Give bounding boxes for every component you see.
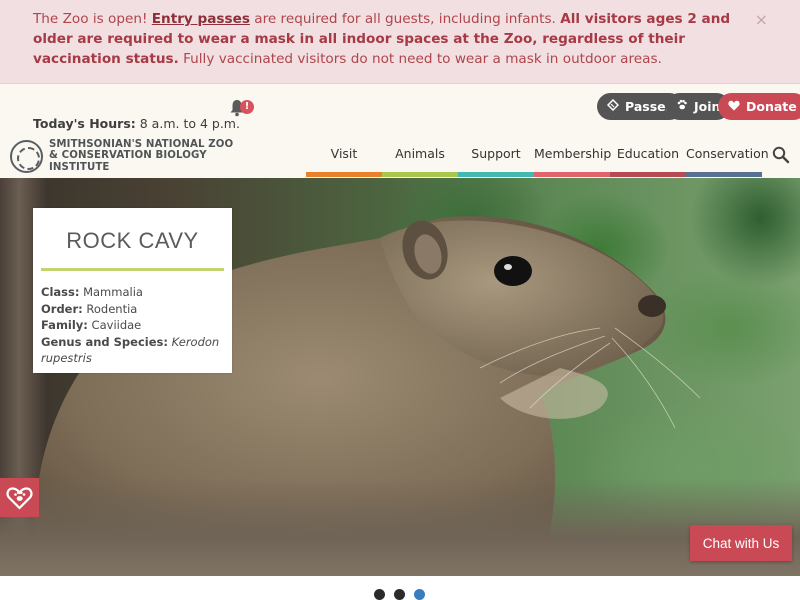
alert-mid: are required for all guests, including i… [249, 11, 561, 27]
close-icon[interactable]: × [755, 10, 768, 30]
nav-item-membership[interactable]: Membership [534, 146, 611, 161]
animal-name: ROCK CAVY [66, 228, 199, 253]
animal-class: Class: Mammalia [41, 284, 224, 301]
hero-carousel: ROCK CAVY Class: Mammalia Order: Rodenti… [0, 178, 800, 576]
nav-bar-membership [534, 172, 610, 177]
covid-alert-banner: The Zoo is open! Entry passes are requir… [0, 0, 800, 84]
nav-bar-visit [306, 172, 382, 177]
animal-family: Family: Caviidae [41, 317, 224, 334]
animal-order: Order: Rodentia [41, 301, 224, 318]
order-value: Rodentia [82, 301, 138, 316]
carousel-dot-2[interactable] [394, 589, 405, 600]
search-icon[interactable] [772, 146, 790, 164]
animal-species: Genus and Species: Kerodon rupestris [41, 334, 224, 367]
nav-bar-education [610, 172, 686, 177]
carousel-dot-1[interactable] [374, 589, 385, 600]
nav-item-conservation[interactable]: Conservation [686, 146, 769, 161]
chat-with-us-button[interactable]: Chat with Us [690, 525, 792, 561]
hero-ledge [0, 478, 800, 576]
main-nav: Visit Animals Support Membership Educati… [306, 84, 800, 178]
notification-badge: ! [240, 100, 254, 114]
alert-tail: Fully vaccinated visitors do not need to… [178, 50, 662, 67]
class-value: Mammalia [79, 285, 143, 299]
site-header: Today's Hours: 8 a.m. to 4 p.m. ! SMITHS… [0, 84, 800, 178]
entry-passes-link[interactable]: Entry passes [152, 11, 250, 27]
animal-favorite-tab[interactable] [0, 478, 39, 517]
nav-item-animals[interactable]: Animals [382, 146, 458, 161]
hours-label: Today's Hours: [33, 116, 136, 131]
zoo-logo[interactable]: SMITHSONIAN'S NATIONAL ZOO & CONSERVATIO… [10, 139, 250, 173]
logo-line-1: SMITHSONIAN'S NATIONAL ZOO [49, 138, 234, 150]
nav-bar-animals [382, 172, 458, 177]
nav-item-visit[interactable]: Visit [306, 146, 382, 161]
nav-bar-support [458, 172, 534, 177]
species-label: Genus and Species: [41, 334, 168, 349]
family-label: Family: [41, 318, 88, 332]
heart-paw-icon [6, 487, 33, 510]
order-label: Order: [41, 301, 83, 316]
logo-icon [10, 139, 43, 173]
notification-bell[interactable]: ! [229, 99, 259, 119]
divider [41, 268, 224, 271]
carousel-dot-3[interactable] [414, 589, 425, 600]
alert-intro: The Zoo is open! [33, 11, 152, 27]
nav-item-support[interactable]: Support [458, 146, 534, 161]
todays-hours: Today's Hours: 8 a.m. to 4 p.m. [33, 116, 240, 131]
nav-item-education[interactable]: Education [610, 146, 686, 161]
family-value: Caviidae [87, 318, 142, 332]
animal-info-card: ROCK CAVY Class: Mammalia Order: Rodenti… [33, 208, 232, 373]
class-label: Class: [41, 285, 80, 299]
hours-value: 8 a.m. to 4 p.m. [135, 116, 240, 131]
nav-bar-conservation [686, 172, 762, 177]
logo-line-2: & CONSERVATION BIOLOGY INSTITUTE [49, 150, 207, 173]
carousel-dots [374, 589, 425, 600]
